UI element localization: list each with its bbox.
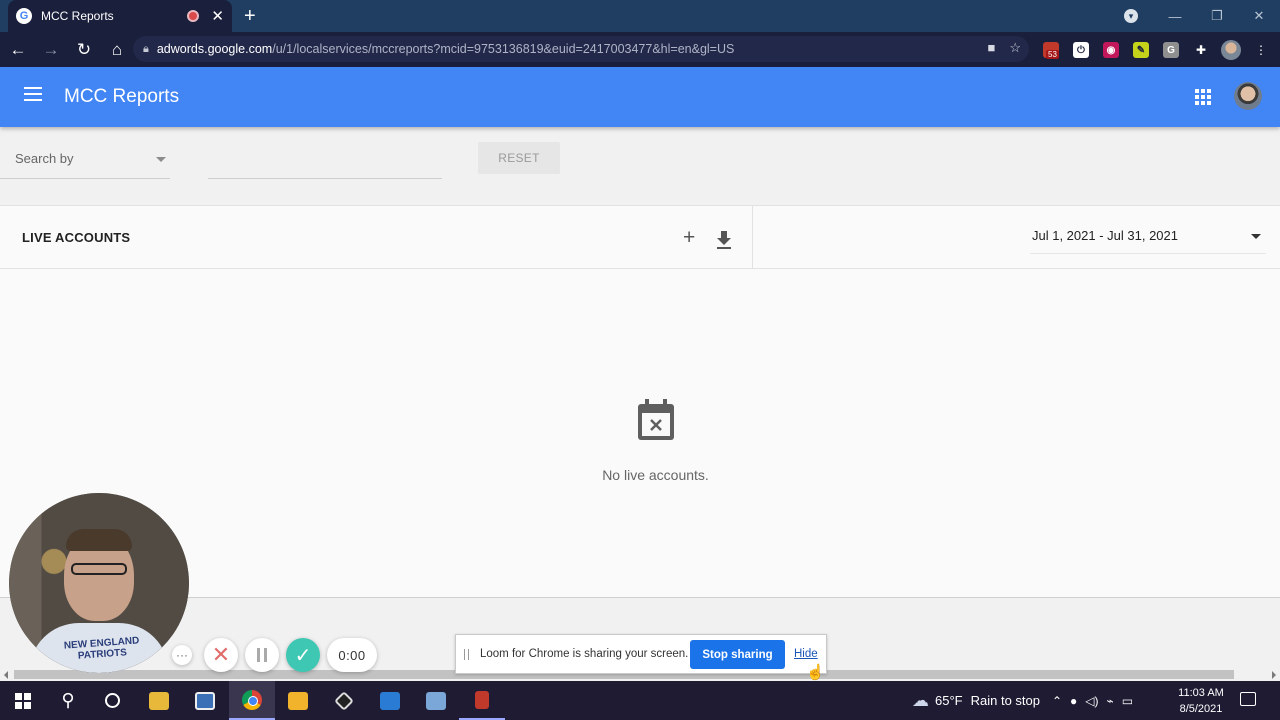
bookmark-star-icon[interactable]: ☆ (1009, 40, 1021, 56)
new-tab-plus-icon[interactable]: + (244, 5, 256, 28)
sublime-icon[interactable] (275, 681, 321, 720)
date-select-underline (1030, 253, 1266, 254)
home-icon[interactable]: ⌂ (102, 40, 132, 60)
browser-tab[interactable]: G MCC Reports ✕ (8, 0, 232, 32)
system-tray: ☁ 65°F Rain to stop ⌃ ● ◁) ⌁ ▭ (912, 681, 1133, 720)
empty-state-message: No live accounts. (602, 467, 709, 483)
tab-title: MCC Reports (41, 9, 114, 23)
live-accounts-card: LIVE ACCOUNTS + Jul 1, 2021 - Jul 31, 20… (0, 205, 1280, 598)
stop-sharing-button[interactable]: Stop sharing (690, 640, 785, 669)
clock-time: 11:03 AM (1178, 687, 1224, 699)
mail-icon[interactable] (367, 681, 413, 720)
extension-icons: 53 ⏻ ◉ ✎ G ✚ ⋮ (1040, 40, 1272, 60)
window-controls: — ❐ ✕ (1154, 0, 1280, 32)
tab-close-icon[interactable]: ✕ (211, 7, 224, 25)
window-close-icon[interactable]: ✕ (1238, 8, 1280, 24)
file-explorer-icon[interactable] (136, 681, 182, 720)
date-dropdown-caret-icon[interactable] (1251, 234, 1261, 239)
address-bar[interactable]: 🔒︎ adwords.google.com/u/1/localservices/… (133, 36, 1029, 62)
search-input[interactable] (208, 143, 442, 179)
power-extension-icon[interactable]: ⏻ (1070, 40, 1092, 60)
date-range-select[interactable]: Jul 1, 2021 - Jul 31, 2021 (1032, 228, 1178, 243)
tray-chevron-icon[interactable]: ⌃ (1052, 694, 1062, 708)
minimize-icon[interactable]: — (1154, 9, 1196, 24)
windows-start-icon[interactable] (0, 681, 46, 720)
weather-temp[interactable]: 65°F (935, 693, 963, 708)
download-icon[interactable] (716, 231, 732, 249)
dropdown-caret-icon (156, 157, 166, 162)
grammarly-extension-icon[interactable]: G (1160, 40, 1182, 60)
weather-cloud-icon[interactable]: ☁ (912, 691, 929, 711)
microphone-icon[interactable]: ● (1070, 694, 1077, 708)
taskbar-clock[interactable]: 11:03 AM 8/5/2021 (1172, 685, 1230, 717)
volume-icon[interactable]: ◁) (1085, 694, 1098, 708)
hide-link[interactable]: Hide (794, 648, 818, 660)
url-path: /u/1/localservices/mccreports?mcid=97531… (272, 42, 735, 56)
share-message: Loom for Chrome is sharing your screen. (480, 648, 689, 660)
webcam-bubble[interactable]: NEW ENGLAND PATRIOTS (9, 493, 189, 673)
chrome-icon[interactable] (229, 681, 275, 720)
inkscape-icon[interactable] (321, 681, 367, 720)
reset-button[interactable]: RESET (478, 142, 560, 174)
recording-indicator-icon (187, 10, 200, 22)
header-divider (752, 206, 753, 269)
recording-timer: 0:00 (327, 638, 377, 672)
drag-handle-icon[interactable] (464, 649, 469, 660)
forward-arrow-icon[interactable]: → (36, 40, 66, 60)
recording-app-icon[interactable] (459, 681, 505, 720)
back-arrow-icon[interactable]: ← (3, 40, 33, 60)
restore-icon[interactable]: ❐ (1196, 8, 1238, 24)
pause-recording-icon[interactable] (245, 638, 279, 672)
profile-chevron-icon[interactable]: ▾ (1124, 9, 1138, 23)
cortana-icon[interactable] (89, 681, 135, 720)
profile-avatar-icon[interactable] (1220, 40, 1242, 60)
more-options-icon[interactable]: ··· (172, 645, 192, 665)
card-title: LIVE ACCOUNTS (22, 230, 131, 245)
reload-icon[interactable]: ↻ (69, 40, 99, 60)
add-icon[interactable]: + (683, 227, 695, 248)
browser-menu-icon[interactable]: ⋮ (1250, 40, 1272, 60)
search-by-dropdown[interactable]: Search by (0, 143, 170, 179)
camera-icon[interactable]: ■ (987, 40, 995, 56)
app-header: MCC Reports (0, 67, 1280, 127)
calendar-extension-icon[interactable]: 53 (1040, 40, 1062, 60)
screen-share-bar: Loom for Chrome is sharing your screen. … (455, 634, 827, 674)
lock-icon: 🔒︎ (143, 42, 149, 55)
browser-tabstrip: G MCC Reports ✕ + ▾ — ❐ ✕ (0, 0, 1280, 32)
calendar-cancel-icon (638, 399, 674, 440)
card-header: LIVE ACCOUNTS + Jul 1, 2021 - Jul 31, 20… (0, 206, 1280, 269)
clock-date: 8/5/2021 (1179, 703, 1223, 715)
scroll-right-icon[interactable] (1272, 671, 1276, 679)
power-plug-icon[interactable]: ⌁ (1107, 694, 1114, 708)
url-host: adwords.google.com (156, 42, 273, 56)
filter-bar: Search by RESET (0, 127, 1280, 205)
network-icon[interactable]: ▭ (1122, 694, 1133, 708)
weather-text[interactable]: Rain to stop (971, 693, 1040, 708)
notifications-icon[interactable] (1240, 692, 1256, 706)
google-favicon-icon: G (16, 8, 32, 24)
cancel-recording-icon[interactable]: ✕ (204, 638, 238, 672)
puzzle-extensions-icon[interactable]: ✚ (1190, 40, 1212, 60)
account-avatar[interactable] (1234, 82, 1262, 110)
recording-controls: ··· ✕ ✓ 0:00 (172, 637, 384, 673)
snipping-tool-icon[interactable] (413, 681, 459, 720)
hamburger-menu-icon[interactable] (24, 87, 42, 101)
hand-cursor-icon: ☝ (806, 664, 825, 681)
search-by-label: Search by (15, 151, 74, 166)
url-text: adwords.google.com/u/1/localservices/mcc… (157, 42, 734, 56)
record-extension-icon[interactable]: ◉ (1100, 40, 1122, 60)
page-title: MCC Reports (64, 86, 180, 107)
scroll-left-icon[interactable] (4, 671, 8, 679)
finish-recording-icon[interactable]: ✓ (286, 638, 320, 672)
marker-extension-icon[interactable]: ✎ (1130, 40, 1152, 60)
taskbar: ⚲ ☁ 65°F Rain to stop ⌃ ● ◁) ⌁ ▭ 11:03 A… (0, 681, 1280, 720)
apps-grid-icon[interactable] (1195, 89, 1211, 105)
browser-toolbar: ← → ↻ ⌂ 🔒︎ adwords.google.com/u/1/locals… (0, 32, 1280, 67)
store-icon[interactable] (182, 681, 228, 720)
search-icon[interactable]: ⚲ (45, 681, 91, 720)
extension-badge: 53 (1046, 50, 1059, 59)
